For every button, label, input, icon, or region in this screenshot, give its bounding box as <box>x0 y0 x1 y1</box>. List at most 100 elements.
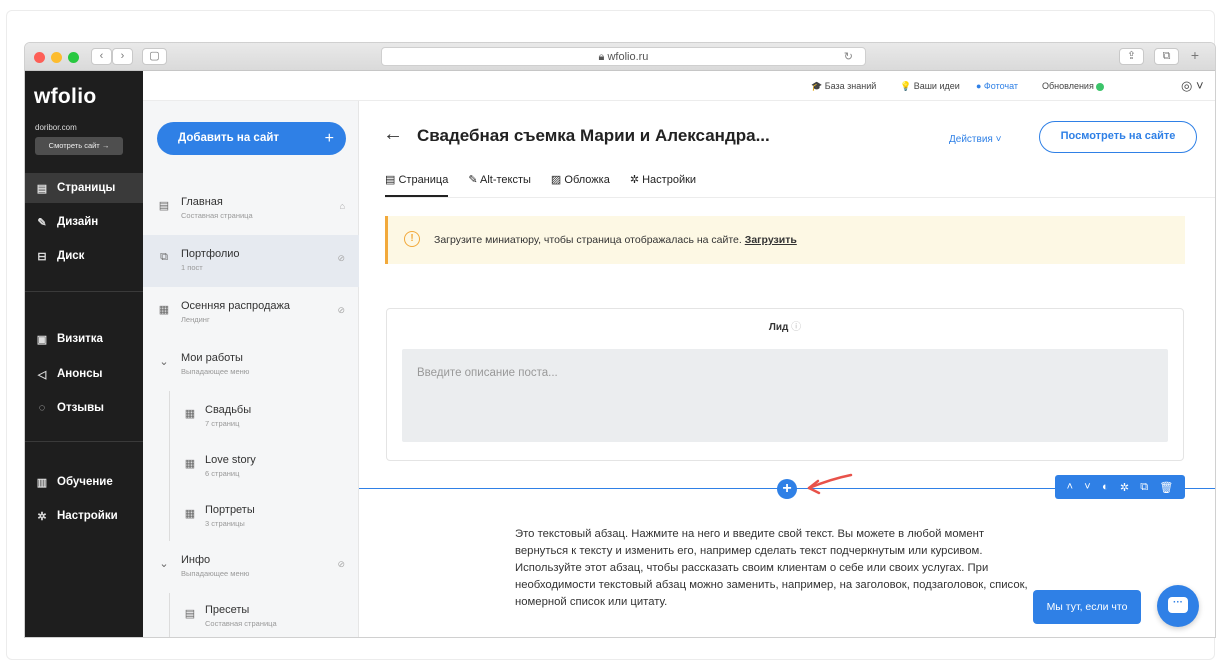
page-item-my-works[interactable]: ⌄ Мои работы Выпадающее меню <box>143 339 359 391</box>
disk-icon: ⊟ <box>37 250 47 263</box>
page-title: Пресеты <box>205 604 250 616</box>
browser-forward-button[interactable]: › <box>112 48 133 65</box>
page-item-portfolio[interactable]: ⧉ Портфолио 1 пост ⊘ <box>143 235 359 287</box>
page-icon: ▤ <box>385 174 396 186</box>
fotochat-link[interactable]: ● Фоточат <box>976 81 1018 91</box>
site-domain: doribor.com <box>35 123 77 132</box>
gallery-grid-icon: ▦ <box>184 508 196 520</box>
view-site-button[interactable]: Смотреть сайт → <box>35 137 123 155</box>
sidebar-item-design[interactable]: ✎ Дизайн <box>25 207 143 237</box>
tab-page[interactable]: ▤ Страница <box>385 173 449 197</box>
close-window-button[interactable] <box>34 52 45 63</box>
knowledge-base-link[interactable]: 🎓 База знаний <box>811 81 876 92</box>
share-button[interactable]: ⇪ <box>1119 48 1144 65</box>
new-tab-button[interactable]: + <box>1185 48 1205 65</box>
editor-tabs: ▤ Страница ✎ Alt-тексты ▨ Обложка ✲ Наст… <box>385 173 696 197</box>
maximize-window-button[interactable] <box>68 52 79 63</box>
browser-sidebar-toggle[interactable]: ▢ <box>142 48 167 65</box>
portfolio-icon: ⧉ <box>160 251 168 263</box>
megaphone-icon: ◁ <box>37 368 47 381</box>
gear-icon: ✲ <box>629 174 640 186</box>
thumbnail-warning: ! Загрузите миниатюру, чтобы страница от… <box>385 216 1185 264</box>
sidebar-item-settings[interactable]: ✲ Настройки <box>25 501 143 531</box>
sidebar-item-disk[interactable]: ⊟ Диск <box>25 241 143 271</box>
page-item-home[interactable]: ▤ Главная Составная страница ⌂ <box>143 183 359 235</box>
palette-icon[interactable]: ◐ <box>1102 481 1109 493</box>
chat-hint-label[interactable]: Мы тут, если что <box>1033 590 1141 624</box>
delete-icon[interactable]: 🗑︎ <box>1159 481 1173 494</box>
card-icon: ▣ <box>36 333 48 346</box>
lead-description-input[interactable]: Введите описание поста... <box>402 349 1168 442</box>
hidden-eye-icon[interactable]: ⊘ <box>337 253 345 264</box>
page-title: Love story <box>205 454 256 466</box>
chat-button[interactable]: ··· <box>1157 585 1199 627</box>
chevron-down-icon: ⌄ <box>159 558 169 570</box>
logo[interactable]: wfolio <box>34 85 96 109</box>
minimize-window-button[interactable] <box>51 52 62 63</box>
add-block-button[interactable]: + <box>777 479 797 499</box>
page-subtitle: Составная страница <box>205 619 277 628</box>
app-sidebar: wfolio doribor.com Смотреть сайт → ▤ Стр… <box>25 71 143 637</box>
tab-cover[interactable]: ▨ Обложка <box>551 173 610 197</box>
sidebar-item-label: Страницы <box>57 182 116 194</box>
page-item-portraits[interactable]: ▦ Портреты 3 страницы <box>143 491 359 543</box>
page-item-presets[interactable]: ▤ Пресеты Составная страница <box>143 591 359 637</box>
page-item-info[interactable]: ⌄ Инфо Выпадающее меню ⊘ <box>143 541 359 593</box>
address-bar[interactable]: 🔒︎ wfolio.ru ↻ <box>381 47 866 66</box>
move-down-icon[interactable]: ˅ <box>1084 481 1090 493</box>
online-dot-icon <box>1096 82 1105 91</box>
lead-label: Лид ⓘ <box>387 318 1183 333</box>
sidebar-item-label: Визитка <box>57 333 103 345</box>
page-title: Свадебная съемка Марии и Александра... <box>417 126 770 145</box>
top-header: 🎓 База знаний 💡 Ваши идеи ● Фоточат Обно… <box>143 71 1215 101</box>
back-arrow-icon[interactable]: ← <box>383 123 403 146</box>
hidden-eye-icon[interactable]: ⊘ <box>337 559 345 570</box>
actions-dropdown[interactable]: Действия ˅ <box>949 134 1001 145</box>
browser-window: ‹ › ▢ 🔒︎ wfolio.ru ↻ ⇪ ⧉ + wfolio doribo… <box>24 42 1216 638</box>
tab-overview-button[interactable]: ⧉ <box>1154 48 1179 65</box>
text-paragraph[interactable]: Это текстовый абзац. Нажмите на него и в… <box>515 526 1035 611</box>
add-to-site-button[interactable]: Добавить на сайт + <box>157 122 346 155</box>
page-icon: ▤ <box>36 182 48 195</box>
chevron-down-icon: ⌄ <box>159 356 169 368</box>
landing-icon: ▦ <box>158 304 170 316</box>
page-subtitle: Составная страница <box>181 211 253 220</box>
updates-link[interactable]: Обновления <box>1042 81 1105 91</box>
warning-text: Загрузите миниатюру, чтобы страница отоб… <box>434 234 742 246</box>
ideas-link[interactable]: 💡 Ваши идеи <box>900 81 960 92</box>
gear-icon: ✲ <box>37 510 47 523</box>
view-on-site-button[interactable]: Посмотреть на сайте <box>1039 121 1197 153</box>
upload-link[interactable]: Загрузить <box>745 234 797 246</box>
reviews-icon: ◌ <box>38 402 46 414</box>
sidebar-item-learning[interactable]: ▥ Обучение <box>25 467 143 497</box>
user-menu[interactable]: ◎ ˅ <box>1181 78 1204 94</box>
page-item-love-story[interactable]: ▦ Love story 6 страниц <box>143 441 359 493</box>
settings-icon[interactable]: ✲ <box>1120 481 1129 494</box>
sidebar-item-announcements[interactable]: ◁ Анонсы <box>25 359 143 389</box>
sidebar-item-reviews[interactable]: ◌ Отзывы <box>25 393 143 423</box>
page-icon: ▤ <box>158 200 170 212</box>
page-subtitle: 6 страниц <box>205 469 240 478</box>
page-title: Инфо <box>181 554 211 566</box>
hidden-eye-icon[interactable]: ⊘ <box>337 305 345 316</box>
page-item-weddings[interactable]: ▦ Свадьбы 7 страниц <box>143 391 359 443</box>
page-item-autumn-sale[interactable]: ▦ Осенняя распродажа Лендинг ⊘ <box>143 287 359 339</box>
tab-label: Alt-тексты <box>480 174 531 186</box>
move-up-icon[interactable]: ˄ <box>1067 481 1073 493</box>
sidebar-item-pages[interactable]: ▤ Страницы <box>25 173 143 203</box>
page-title: Портфолио <box>181 248 240 260</box>
sidebar-item-card[interactable]: ▣ Визитка <box>25 324 143 354</box>
sidebar-item-label: Отзывы <box>57 402 105 414</box>
duplicate-icon[interactable]: ⧉ <box>1140 481 1148 494</box>
chat-bubble-icon: ··· <box>1168 597 1188 613</box>
sidebar-item-label: Дизайн <box>57 216 99 228</box>
page-title: Мои работы <box>181 352 243 364</box>
sidebar-divider <box>25 291 143 292</box>
tab-alt-texts[interactable]: ✎ Alt-тексты <box>468 173 531 197</box>
book-icon: ▥ <box>36 476 48 489</box>
reload-icon[interactable]: ↻ <box>844 48 853 66</box>
tab-settings[interactable]: ✲ Настройки <box>630 173 696 197</box>
help-icon[interactable]: ⓘ <box>791 322 801 333</box>
browser-back-button[interactable]: ‹ <box>91 48 112 65</box>
edit-icon: ✎ <box>468 174 478 186</box>
